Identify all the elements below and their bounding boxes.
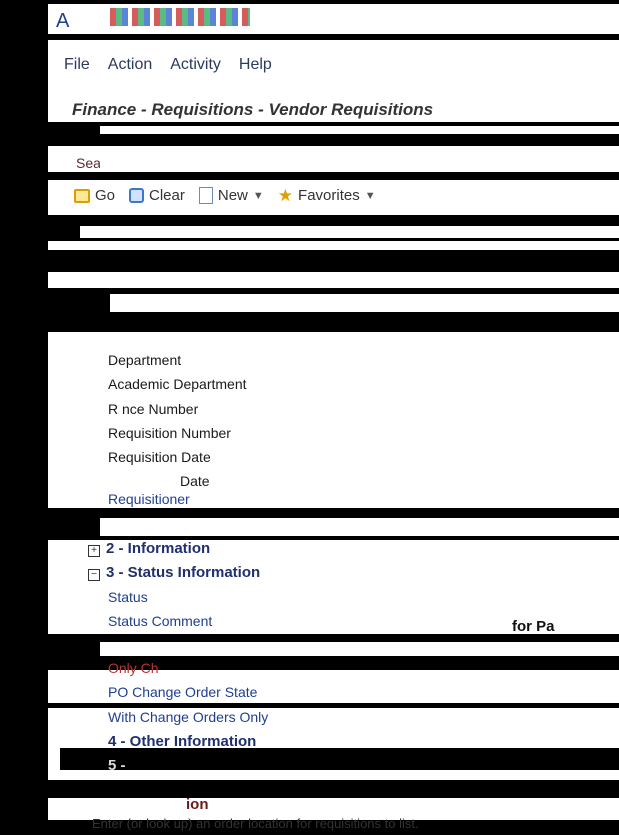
chevron-down-icon: ▼ bbox=[364, 189, 376, 202]
only-changes-label: Only Ch bbox=[108, 660, 159, 676]
divider bbox=[110, 318, 619, 322]
menu-bar: File Action Activity Help bbox=[64, 56, 272, 78]
divider bbox=[110, 294, 619, 312]
menu-help[interactable]: Help bbox=[239, 56, 272, 78]
search-input[interactable] bbox=[100, 146, 619, 174]
reference-number-label: R nce Number bbox=[108, 401, 199, 417]
clear-icon bbox=[129, 188, 145, 203]
toolbar: Go Clear New ▼ ★ Favorites ▼ bbox=[74, 187, 384, 204]
requisition-number-label: Requisition Number bbox=[108, 425, 231, 441]
academic-department-label: Academic Department bbox=[108, 376, 247, 392]
divider bbox=[0, 703, 619, 708]
search-label: Sea bbox=[76, 155, 101, 171]
requisitioner-label[interactable]: Requisitioner bbox=[108, 491, 190, 507]
menu-activity[interactable]: Activity bbox=[170, 56, 221, 78]
with-change-orders-label: With Change Orders Only bbox=[108, 709, 269, 725]
status-label: Status bbox=[108, 589, 148, 605]
divider bbox=[48, 172, 619, 180]
new-button[interactable]: New ▼ bbox=[198, 187, 264, 204]
app-title: A bbox=[56, 10, 71, 32]
requisition-date-label: Requisition Date bbox=[108, 449, 211, 465]
po-change-order-state-label: PO Change Order State bbox=[108, 684, 258, 700]
date-label: Date bbox=[180, 473, 210, 489]
status-comment-label: Status Comment bbox=[108, 613, 213, 629]
chevron-down-icon: ▼ bbox=[252, 189, 264, 202]
star-icon: ★ bbox=[277, 186, 294, 205]
department-label: Department bbox=[108, 352, 182, 368]
section-5-header[interactable]: 5 - bbox=[108, 757, 126, 774]
divider bbox=[100, 518, 619, 536]
clear-button[interactable]: Clear bbox=[129, 187, 185, 204]
go-button[interactable]: Go bbox=[74, 187, 115, 204]
divider bbox=[48, 250, 619, 272]
document-icon bbox=[198, 187, 213, 204]
hint-text: Enter (or look up) an order location for… bbox=[92, 816, 419, 831]
divider bbox=[100, 126, 619, 134]
divider bbox=[80, 226, 619, 238]
favorites-button[interactable]: ★ Favorites ▼ bbox=[278, 187, 376, 204]
menu-file[interactable]: File bbox=[64, 56, 90, 78]
section-3-header[interactable]: −3 - Status Information bbox=[88, 564, 260, 581]
menu-action[interactable]: Action bbox=[108, 56, 152, 78]
divider bbox=[100, 642, 619, 656]
collapse-icon[interactable]: − bbox=[88, 569, 100, 581]
side-text: for Pa bbox=[512, 618, 555, 635]
folder-icon bbox=[74, 188, 90, 203]
footer-fragment: ion bbox=[186, 796, 209, 813]
breadcrumb: Finance - Requisitions - Vendor Requisit… bbox=[72, 100, 434, 119]
section-2-header[interactable]: +2 - Information bbox=[88, 540, 210, 557]
divider bbox=[0, 780, 619, 798]
app-logo bbox=[110, 8, 250, 26]
expand-icon[interactable]: + bbox=[88, 545, 100, 557]
divider bbox=[60, 748, 619, 770]
